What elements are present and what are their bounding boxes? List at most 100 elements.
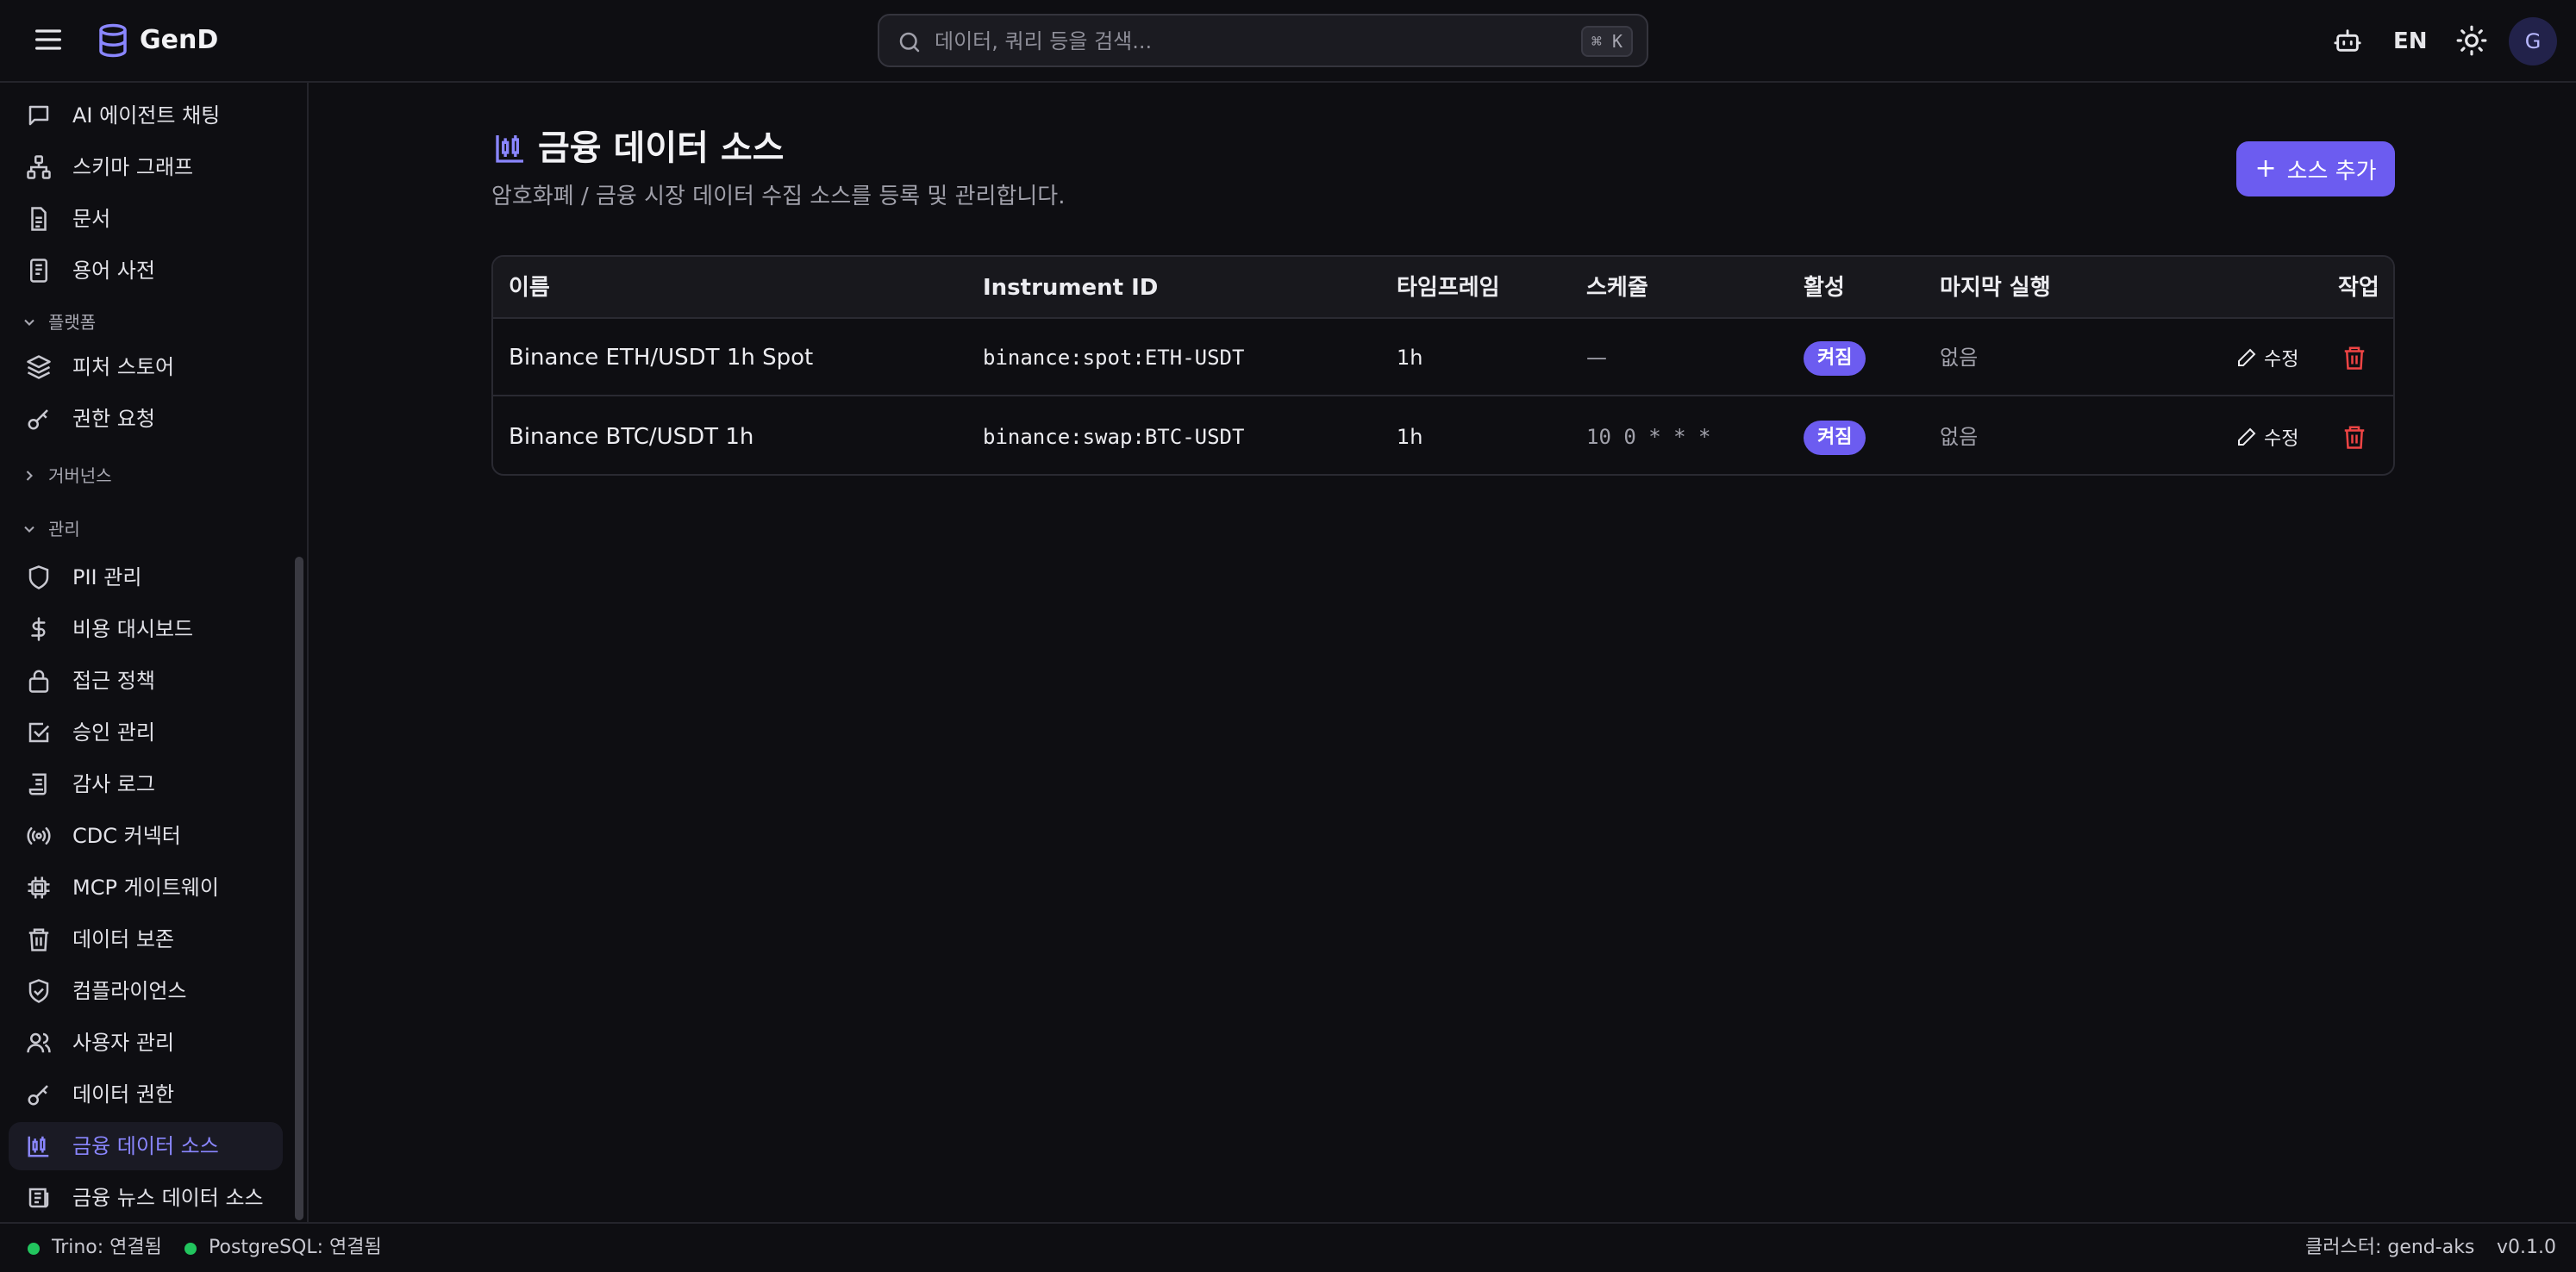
column-header-last-run: 마지막 실행 [1940, 275, 2051, 301]
sidebar-item-pii[interactable]: PII 관리 [9, 553, 283, 602]
sidebar-item-feature-store[interactable]: 피처 스토어 [9, 343, 283, 391]
sidebar-item-glossary[interactable]: 용어 사전 [9, 246, 283, 295]
chevron-right-icon [26, 471, 33, 481]
cell-schedule: 10 0 * * * [1586, 425, 1711, 449]
brand-name[interactable]: GenD [140, 22, 218, 59]
newspaper-icon [26, 1185, 52, 1211]
group-platform[interactable]: 플랫폼 [21, 305, 96, 340]
pencil-icon [2238, 348, 2256, 366]
sidebar-item-label: 사용자 관리 [72, 1031, 175, 1055]
column-header-name: 이름 [509, 275, 550, 301]
trino-status-dot [28, 1243, 40, 1255]
sidebar-item-label: MCP 게이트웨이 [72, 876, 219, 900]
chevron-down-icon [24, 319, 34, 326]
key-icon [26, 1082, 52, 1107]
dollar-icon [26, 616, 52, 642]
sidebar-item-label: 승인 관리 [72, 720, 155, 745]
pencil-icon [2238, 427, 2256, 446]
sidebar-item-data-permission[interactable]: 데이터 권한 [9, 1070, 283, 1119]
sidebar-item-label: 용어 사전 [72, 259, 155, 283]
chart-candle-icon [26, 1133, 52, 1159]
sidebar-item-user-management[interactable]: 사용자 관리 [9, 1019, 283, 1067]
cell-instrument-id: binance:spot:ETH-USDT [983, 346, 1245, 370]
user-avatar[interactable]: G [2509, 17, 2557, 65]
broadcast-icon [26, 823, 52, 849]
cell-timeframe: 1h [1397, 425, 1423, 449]
group-governance[interactable]: 거버넌스 [21, 458, 112, 493]
cell-timeframe: 1h [1397, 346, 1423, 370]
document-icon [26, 206, 52, 232]
status-badge[interactable]: 켜짐 [1804, 341, 1866, 376]
sidebar-item-cdc-connector[interactable]: CDC 커넥터 [9, 812, 283, 860]
cell-name: Binance BTC/USDT 1h [509, 424, 754, 450]
hamburger-menu-icon[interactable] [31, 22, 66, 57]
group-management[interactable]: 관리 [21, 512, 80, 546]
sidebar-item-cost-dashboard[interactable]: 비용 대시보드 [9, 605, 283, 653]
sidebar-item-documents[interactable]: 문서 [9, 195, 283, 243]
scroll-icon [26, 771, 52, 797]
shield-check-icon [26, 978, 52, 1004]
trino-status: Trino: 연결됨 [52, 1237, 162, 1258]
language-toggle[interactable]: EN [2393, 24, 2428, 59]
database-logo-icon [95, 22, 131, 59]
group-label: 관리 [48, 519, 80, 539]
bot-icon[interactable] [2333, 26, 2362, 55]
sidebar-item-label: PII 관리 [72, 565, 142, 589]
sidebar-item-approval[interactable]: 승인 관리 [9, 708, 283, 757]
plus-icon: + [2254, 153, 2277, 184]
cell-last-run: 없음 [1940, 346, 1979, 370]
sidebar-item-label: 접근 정책 [72, 669, 155, 693]
sun-icon[interactable] [2455, 24, 2488, 57]
column-header-active: 활성 [1804, 275, 1845, 301]
column-header-instrument-id: Instrument ID [983, 275, 1159, 301]
sidebar-item-label: 권한 요청 [72, 407, 155, 431]
sidebar-scrollbar[interactable] [295, 557, 303, 1220]
page-title: 금융 데이터 소스 [538, 128, 785, 168]
chip-icon [26, 875, 52, 901]
top-bar: GenD ⌘ K EN G [0, 0, 2576, 83]
search-bar[interactable]: ⌘ K [878, 14, 1648, 67]
users-icon [26, 1030, 52, 1056]
chart-candle-icon [493, 131, 528, 165]
sidebar-item-permission-request[interactable]: 권한 요청 [9, 395, 283, 443]
lock-icon [26, 668, 52, 694]
sidebar-item-mcp-gateway[interactable]: MCP 게이트웨이 [9, 864, 283, 912]
add-source-label: 소스 추가 [2286, 158, 2377, 184]
sidebar-item-label: 데이터 보존 [72, 927, 175, 951]
sidebar-item-financial-news-source[interactable]: 금융 뉴스 데이터 소스 [9, 1174, 283, 1222]
trash-icon [26, 926, 52, 952]
sidebar-item-compliance[interactable]: 컴플라이언스 [9, 967, 283, 1015]
sidebar-item-audit-log[interactable]: 감사 로그 [9, 760, 283, 808]
sidebar-item-label: 피처 스토어 [72, 355, 175, 379]
table-row: Binance BTC/USDT 1h binance:swap:BTC-USD… [493, 398, 2393, 474]
check-square-icon [26, 720, 52, 745]
page-subtitle: 암호화폐 / 금융 시장 데이터 수집 소스를 등록 및 관리합니다. [491, 184, 1066, 209]
column-header-timeframe: 타임프레임 [1397, 275, 1500, 301]
edit-button[interactable]: 수정 [2236, 417, 2298, 457]
delete-trash-icon[interactable] [2342, 345, 2367, 371]
delete-trash-icon[interactable] [2342, 424, 2367, 450]
main-content: 금융 데이터 소스 암호화폐 / 금융 시장 데이터 수집 소스를 등록 및 관… [310, 83, 2576, 1222]
cell-schedule: — [1586, 346, 1607, 370]
sidebar-item-ai-chat[interactable]: AI 에이전트 채팅 [9, 91, 283, 140]
sidebar-item-access-policy[interactable]: 접근 정책 [9, 657, 283, 705]
search-shortcut-badge: ⌘ K [1580, 26, 1633, 57]
add-source-button[interactable]: + 소스 추가 [2236, 141, 2395, 196]
postgres-status-dot [184, 1243, 197, 1255]
sidebar-item-financial-data-source[interactable]: 금융 데이터 소스 [9, 1122, 283, 1170]
chevron-down-icon [24, 526, 34, 533]
search-input[interactable] [935, 22, 1538, 60]
sidebar-item-label: 금융 뉴스 데이터 소스 [72, 1186, 264, 1210]
edit-button[interactable]: 수정 [2236, 338, 2298, 377]
status-badge[interactable]: 켜짐 [1804, 421, 1866, 455]
glossary-icon [26, 258, 52, 284]
sidebar-item-schema-graph[interactable]: 스키마 그래프 [9, 143, 283, 191]
sidebar-item-label: 감사 로그 [72, 772, 155, 796]
sidebar-item-data-retention[interactable]: 데이터 보존 [9, 915, 283, 963]
sources-table: 이름 Instrument ID 타임프레임 스케줄 활성 마지막 실행 작업 … [491, 255, 2395, 476]
sidebar-item-label: CDC 커넥터 [72, 824, 181, 848]
chat-icon [26, 103, 52, 128]
group-label: 플랫폼 [48, 312, 97, 333]
sidebar-item-label: 컴플라이언스 [72, 979, 187, 1003]
cluster-name: 클러스터: gend-aks [2305, 1237, 2475, 1258]
